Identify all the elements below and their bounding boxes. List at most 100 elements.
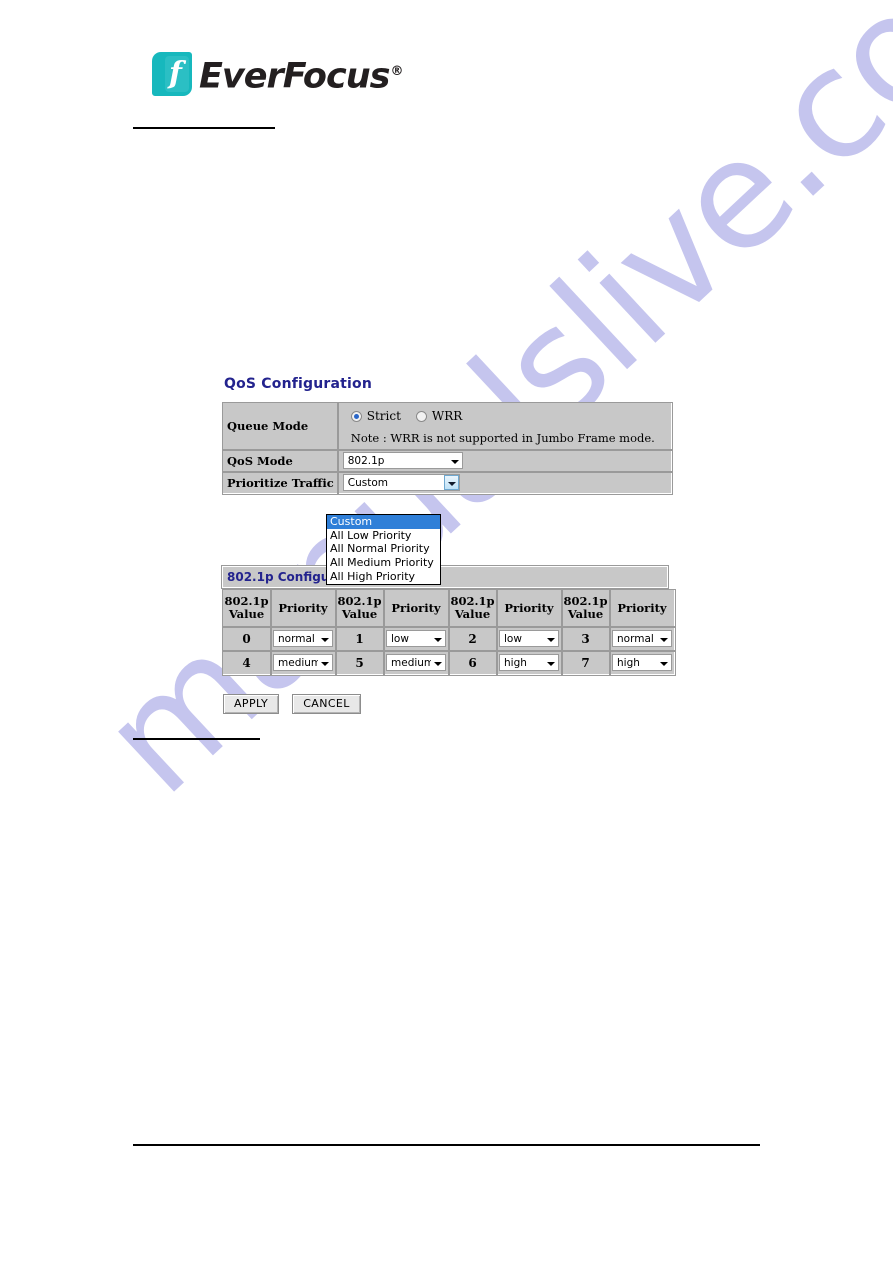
chevron-down-icon[interactable] xyxy=(443,475,459,490)
priority-cell-5: medium xyxy=(382,649,450,676)
chevron-down-icon[interactable] xyxy=(431,632,444,645)
priority-cell-2: low xyxy=(495,625,563,652)
prioritize-traffic-select[interactable]: Custom xyxy=(342,474,460,491)
queue-mode-note: Note : WRR is not supported in Jumbo Fra… xyxy=(350,431,655,445)
dropdown-option-all-medium-priority[interactable]: All Medium Priority xyxy=(327,556,440,570)
radio-strict-label: Strict xyxy=(366,409,401,423)
p8021p-value-1: 1 xyxy=(334,625,385,652)
header-priority-2: Priority xyxy=(382,588,450,628)
mid-divider xyxy=(133,738,260,740)
chevron-down-icon[interactable] xyxy=(318,632,331,645)
priority-select-6-value: high xyxy=(504,657,527,669)
p8021p-value-5: 5 xyxy=(334,649,385,676)
header-priority-3: Priority xyxy=(495,588,563,628)
p8021p-value-0: 0 xyxy=(221,625,272,652)
table-row: 4 medium 5 medium 6 high 7 high xyxy=(221,649,676,676)
qos-mode-row: QoS Mode 802.1p xyxy=(221,448,673,473)
prioritize-traffic-select-value: Custom xyxy=(347,477,388,489)
queue-mode-row: Queue Mode Strict WRR Note : WRR is not … xyxy=(221,401,673,451)
priority-cell-6: high xyxy=(495,649,563,676)
header-value-line1: 802.1p xyxy=(224,594,269,608)
radio-strict[interactable] xyxy=(350,410,362,422)
priority-cell-1: low xyxy=(382,625,450,652)
header-value-1: 802.1p Value xyxy=(221,588,272,628)
priority-select-4-value: medium xyxy=(278,657,322,669)
apply-button[interactable]: APPLY xyxy=(223,694,280,714)
dropdown-option-all-low-priority[interactable]: All Low Priority xyxy=(327,529,440,543)
header-value-line2: Value xyxy=(228,607,265,621)
chevron-down-icon[interactable] xyxy=(657,632,670,645)
chevron-down-icon[interactable] xyxy=(544,632,557,645)
priority-select-5[interactable]: medium xyxy=(386,654,446,671)
qos-mode-value-cell: 802.1p xyxy=(337,448,673,473)
p8021p-header-row: 802.1p Value Priority 802.1p Value Priorit… xyxy=(221,588,676,628)
footer-divider xyxy=(133,1144,760,1146)
p8021p-section-header: 802.1p Configuration xyxy=(221,565,669,589)
table-row: 0 normal 1 low 2 low 3 normal xyxy=(221,625,676,652)
qos-mode-select[interactable]: 802.1p xyxy=(342,452,463,469)
everfocus-logo: f EverFocus® xyxy=(152,52,403,97)
chevron-down-icon[interactable] xyxy=(544,656,557,669)
dropdown-option-all-high-priority[interactable]: All High Priority xyxy=(327,570,440,584)
cancel-button[interactable]: CANCEL xyxy=(292,694,361,714)
queue-mode-value-cell: Strict WRR Note : WRR is not supported i… xyxy=(337,401,673,451)
chevron-down-icon[interactable] xyxy=(318,656,331,669)
queue-mode-label: Queue Mode xyxy=(221,401,340,451)
priority-select-2[interactable]: low xyxy=(499,630,559,647)
priority-select-2-value: low xyxy=(504,633,522,645)
p8021p-configuration-section: 802.1p Configuration 802.1p Value Priorit… xyxy=(221,565,676,676)
header-value-line1: 802.1p xyxy=(337,594,382,608)
brand-name: EverFocus® xyxy=(199,52,403,97)
qos-configuration-screenshot: QoS Configuration Queue Mode Strict WRR … xyxy=(221,376,673,495)
prioritize-traffic-row: Prioritize Traffic Custom xyxy=(221,470,673,495)
chevron-down-icon[interactable] xyxy=(447,454,461,467)
priority-select-0[interactable]: normal xyxy=(273,630,333,647)
priority-select-3[interactable]: normal xyxy=(612,630,672,647)
p8021p-value-3: 3 xyxy=(560,625,611,652)
page-title: QoS Configuration xyxy=(224,376,373,392)
header-priority-1: Priority xyxy=(269,588,337,628)
chevron-down-icon[interactable] xyxy=(431,656,444,669)
chevron-down-icon[interactable] xyxy=(657,656,670,669)
priority-select-5-value: medium xyxy=(391,657,435,669)
dropdown-option-custom[interactable]: Custom xyxy=(327,515,440,529)
header-value-3: 802.1p Value xyxy=(447,588,498,628)
qos-settings-table: Queue Mode Strict WRR Note : WRR is not … xyxy=(221,401,673,495)
header-value-line2: Value xyxy=(341,607,378,621)
prioritize-traffic-value-cell: Custom xyxy=(337,470,673,495)
logo-letter: f xyxy=(169,56,182,92)
priority-select-3-value: normal xyxy=(617,633,654,645)
header-value-2: 802.1p Value xyxy=(334,588,385,628)
brand-name-text: EverFocus xyxy=(199,56,390,97)
qos-mode-select-value: 802.1p xyxy=(347,455,385,467)
p8021p-value-2: 2 xyxy=(447,625,498,652)
priority-cell-7: high xyxy=(608,649,676,676)
prioritize-traffic-dropdown-list[interactable]: Custom All Low Priority All Normal Prior… xyxy=(326,514,441,585)
header-value-line2: Value xyxy=(454,607,491,621)
p8021p-table: 802.1p Value Priority 802.1p Value Priorit… xyxy=(221,588,676,676)
everfocus-logo-icon: f xyxy=(152,52,192,97)
p8021p-value-4: 4 xyxy=(221,649,272,676)
p8021p-value-7: 7 xyxy=(560,649,611,676)
priority-select-1[interactable]: low xyxy=(386,630,446,647)
priority-cell-4: medium xyxy=(269,649,337,676)
header-value-4: 802.1p Value xyxy=(560,588,611,628)
priority-select-0-value: normal xyxy=(278,633,315,645)
radio-wrr-label: WRR xyxy=(431,409,463,423)
priority-select-6[interactable]: high xyxy=(499,654,559,671)
radio-wrr[interactable] xyxy=(415,410,427,422)
priority-select-1-value: low xyxy=(391,633,409,645)
dropdown-option-all-normal-priority[interactable]: All Normal Priority xyxy=(327,542,440,556)
priority-cell-0: normal xyxy=(269,625,337,652)
header-priority-4: Priority xyxy=(608,588,676,628)
document-page: f EverFocus® QoS Configuration Queue Mod… xyxy=(0,0,893,1263)
form-actions: APPLY CANCEL xyxy=(223,694,361,714)
qos-mode-label: QoS Mode xyxy=(221,448,340,473)
registered-trademark-icon: ® xyxy=(390,64,403,79)
priority-select-4[interactable]: medium xyxy=(273,654,333,671)
top-divider xyxy=(133,127,275,129)
priority-select-7[interactable]: high xyxy=(612,654,672,671)
priority-cell-3: normal xyxy=(608,625,676,652)
header-value-line2: Value xyxy=(567,607,604,621)
priority-select-7-value: high xyxy=(617,657,640,669)
